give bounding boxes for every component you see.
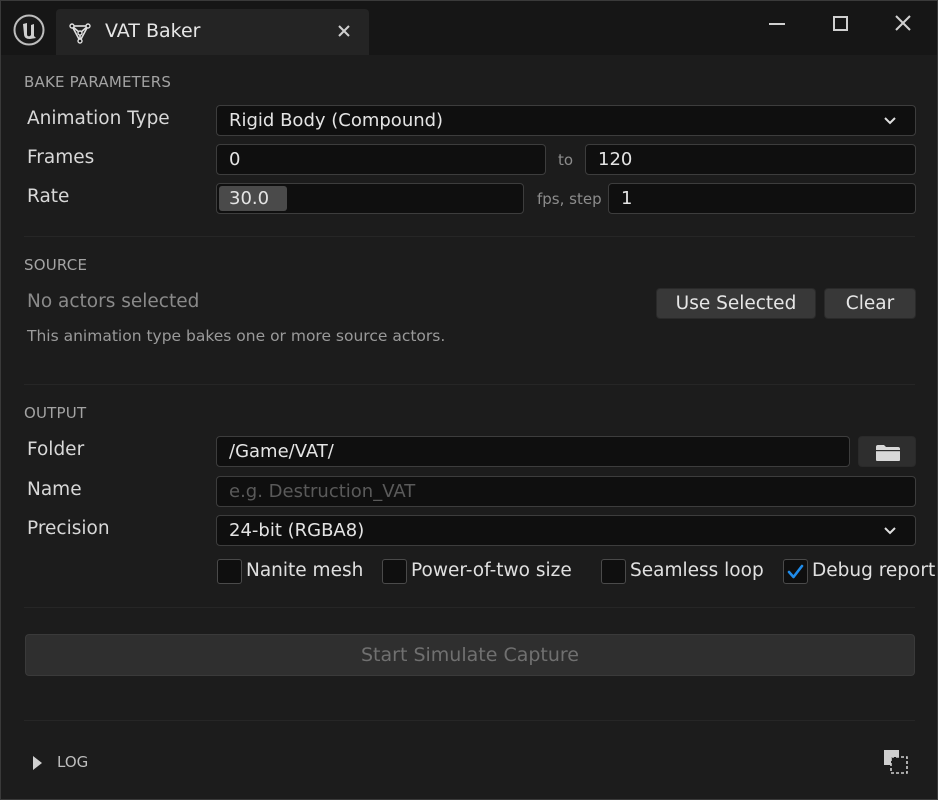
name-input[interactable]: e.g. Destruction_VAT (216, 476, 916, 507)
folder-input[interactable]: /Game/VAT/ (216, 436, 850, 467)
debug-report-label: Debug report (812, 560, 936, 581)
folder-icon (876, 445, 900, 461)
checkmark-icon (787, 564, 804, 579)
bake-parameters-title: BAKE PARAMETERS (24, 73, 172, 91)
source-hint: This animation type bakes one or more so… (27, 327, 446, 345)
tab-vat-baker[interactable]: VAT Baker (56, 9, 369, 55)
start-simulate-capture-button[interactable]: Start Simulate Capture (25, 634, 915, 676)
resize-grip-icon[interactable] (882, 748, 910, 776)
chevron-down-icon (884, 527, 896, 535)
rate-value: 30.0 (229, 188, 270, 209)
seamless-loop-checkbox[interactable] (601, 559, 626, 584)
close-icon[interactable] (334, 21, 354, 41)
chevron-down-icon (884, 117, 896, 125)
frames-start-value: 0 (229, 149, 241, 170)
frames-to-label: to (558, 151, 574, 169)
panel-content: BAKE PARAMETERS Animation Type Rigid Bod… (1, 55, 937, 799)
divider (24, 236, 915, 237)
clear-button[interactable]: Clear (824, 288, 916, 319)
fps-step-label: fps, step (537, 190, 602, 208)
seamless-loop-label: Seamless loop (630, 560, 764, 581)
log-toggle[interactable]: LOG (29, 753, 99, 773)
rate-label: Rate (27, 186, 70, 207)
animation-type-label: Animation Type (27, 108, 170, 129)
browse-folder-button[interactable] (858, 436, 916, 467)
source-status: No actors selected (27, 291, 200, 312)
folder-label: Folder (27, 439, 85, 460)
step-input[interactable]: 1 (608, 183, 916, 214)
name-placeholder: e.g. Destruction_VAT (229, 481, 416, 502)
tab-title: VAT Baker (105, 20, 201, 42)
output-title: OUTPUT (24, 404, 87, 422)
rate-slider-input[interactable]: 30.0 (216, 183, 524, 214)
divider (24, 384, 915, 385)
divider (24, 607, 915, 608)
divider (24, 720, 915, 721)
step-value: 1 (621, 188, 633, 209)
precision-value: 24-bit (RGBA8) (229, 520, 365, 541)
log-label: LOG (57, 753, 89, 771)
source-title: SOURCE (24, 256, 88, 274)
power-of-two-checkbox[interactable] (382, 559, 407, 584)
precision-label: Precision (27, 518, 110, 539)
folder-value: /Game/VAT/ (229, 441, 334, 462)
power-of-two-label: Power-of-two size (411, 560, 572, 581)
debug-report-checkbox[interactable] (783, 559, 808, 584)
window-close-icon[interactable] (888, 11, 918, 37)
use-selected-button[interactable]: Use Selected (656, 288, 816, 319)
animation-type-dropdown[interactable]: Rigid Body (Compound) (216, 105, 916, 136)
vat-tab-icon (69, 23, 91, 44)
nanite-mesh-label: Nanite mesh (246, 560, 364, 581)
precision-dropdown[interactable]: 24-bit (RGBA8) (216, 515, 916, 546)
vat-baker-window: VAT Baker BAKE PARAMETERS Animation Type… (0, 0, 938, 800)
frames-label: Frames (27, 147, 95, 168)
nanite-mesh-checkbox[interactable] (217, 559, 242, 584)
frames-end-input[interactable]: 120 (585, 144, 916, 175)
frames-end-value: 120 (598, 149, 633, 170)
minimize-icon[interactable] (762, 11, 792, 37)
unreal-engine-logo-icon[interactable] (13, 14, 45, 46)
title-bar: VAT Baker (1, 1, 937, 57)
maximize-icon[interactable] (825, 11, 855, 37)
caret-right-icon (33, 756, 42, 770)
name-label: Name (27, 479, 82, 500)
frames-start-input[interactable]: 0 (216, 144, 546, 175)
animation-type-value: Rigid Body (Compound) (229, 110, 444, 131)
